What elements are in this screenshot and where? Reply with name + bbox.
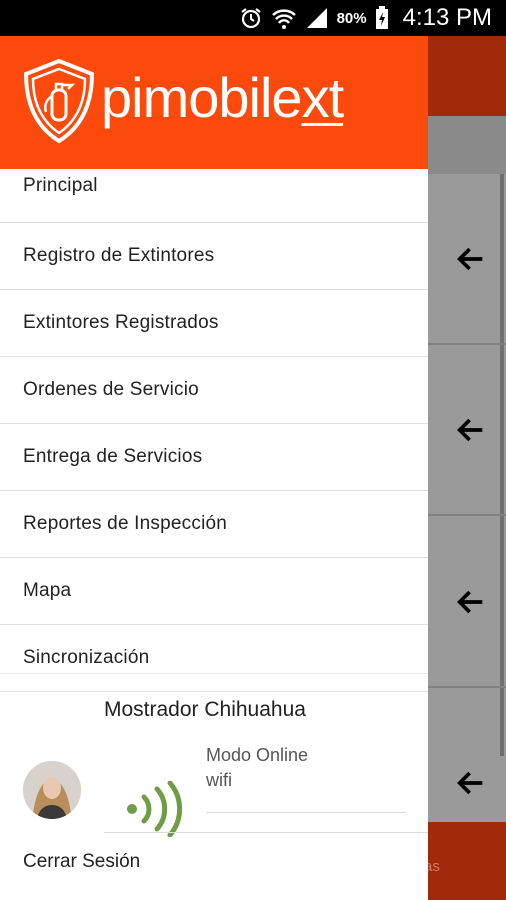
menu-item-reportes-inspeccion[interactable]: Reportes de Inspección xyxy=(0,491,428,558)
brand-logo: pimobilext xyxy=(101,62,345,134)
brand-suffix-text: xt xyxy=(301,66,345,129)
brand-main-text: pimobile xyxy=(101,66,303,129)
background-divider xyxy=(428,686,506,688)
connection-status: Modo Online wifi xyxy=(206,743,308,793)
avatar[interactable] xyxy=(23,761,81,819)
user-name: Mostrador Chihuahua xyxy=(104,698,306,721)
divider xyxy=(206,812,406,813)
menu-item-mapa[interactable]: Mapa xyxy=(0,558,428,625)
arrow-left-icon[interactable] xyxy=(454,413,488,447)
signal-icon xyxy=(306,8,327,28)
menu-item-registro-extintores[interactable]: Registro de Extintores xyxy=(0,223,428,290)
connection-type: wifi xyxy=(206,770,232,790)
navigation-drawer: pimobilext Principal Registro de Extinto… xyxy=(0,36,428,900)
menu-item-extintores-registrados[interactable]: Extintores Registrados xyxy=(0,290,428,357)
arrow-left-icon[interactable] xyxy=(454,766,488,800)
background-divider xyxy=(428,514,506,516)
arrow-left-icon[interactable] xyxy=(454,585,488,619)
arrow-left-icon[interactable] xyxy=(454,242,488,276)
mode-label: Modo Online xyxy=(206,745,309,765)
user-photo-icon xyxy=(23,761,81,819)
scroll-indicator xyxy=(500,116,504,756)
divider xyxy=(104,832,428,833)
online-signal-icon xyxy=(127,781,183,837)
wifi-icon xyxy=(271,9,296,29)
drawer-header: pimobilext xyxy=(0,36,428,169)
status-bar: 80% 4:13 PM xyxy=(0,0,506,36)
battery-percent: 80% xyxy=(336,9,367,27)
battery-charging-icon xyxy=(375,6,388,29)
menu-item-principal[interactable]: Principal xyxy=(0,169,428,223)
shield-extinguisher-logo-icon xyxy=(23,58,95,144)
menu-item-entrega-servicios[interactable]: Entrega de Servicios xyxy=(0,424,428,491)
drawer-menu: Principal Registro de Extintores Extinto… xyxy=(0,169,428,692)
alarm-icon xyxy=(240,8,261,29)
logout-button[interactable]: Cerrar Sesión xyxy=(23,851,140,873)
background-divider xyxy=(428,343,506,345)
menu-item-ordenes-servicio[interactable]: Ordenes de Servicio xyxy=(0,357,428,424)
status-icons: 80% 4:13 PM xyxy=(239,4,492,32)
user-panel: Mostrador Chihuahua Modo Online wifi xyxy=(0,673,428,864)
clock: 4:13 PM xyxy=(402,4,492,31)
